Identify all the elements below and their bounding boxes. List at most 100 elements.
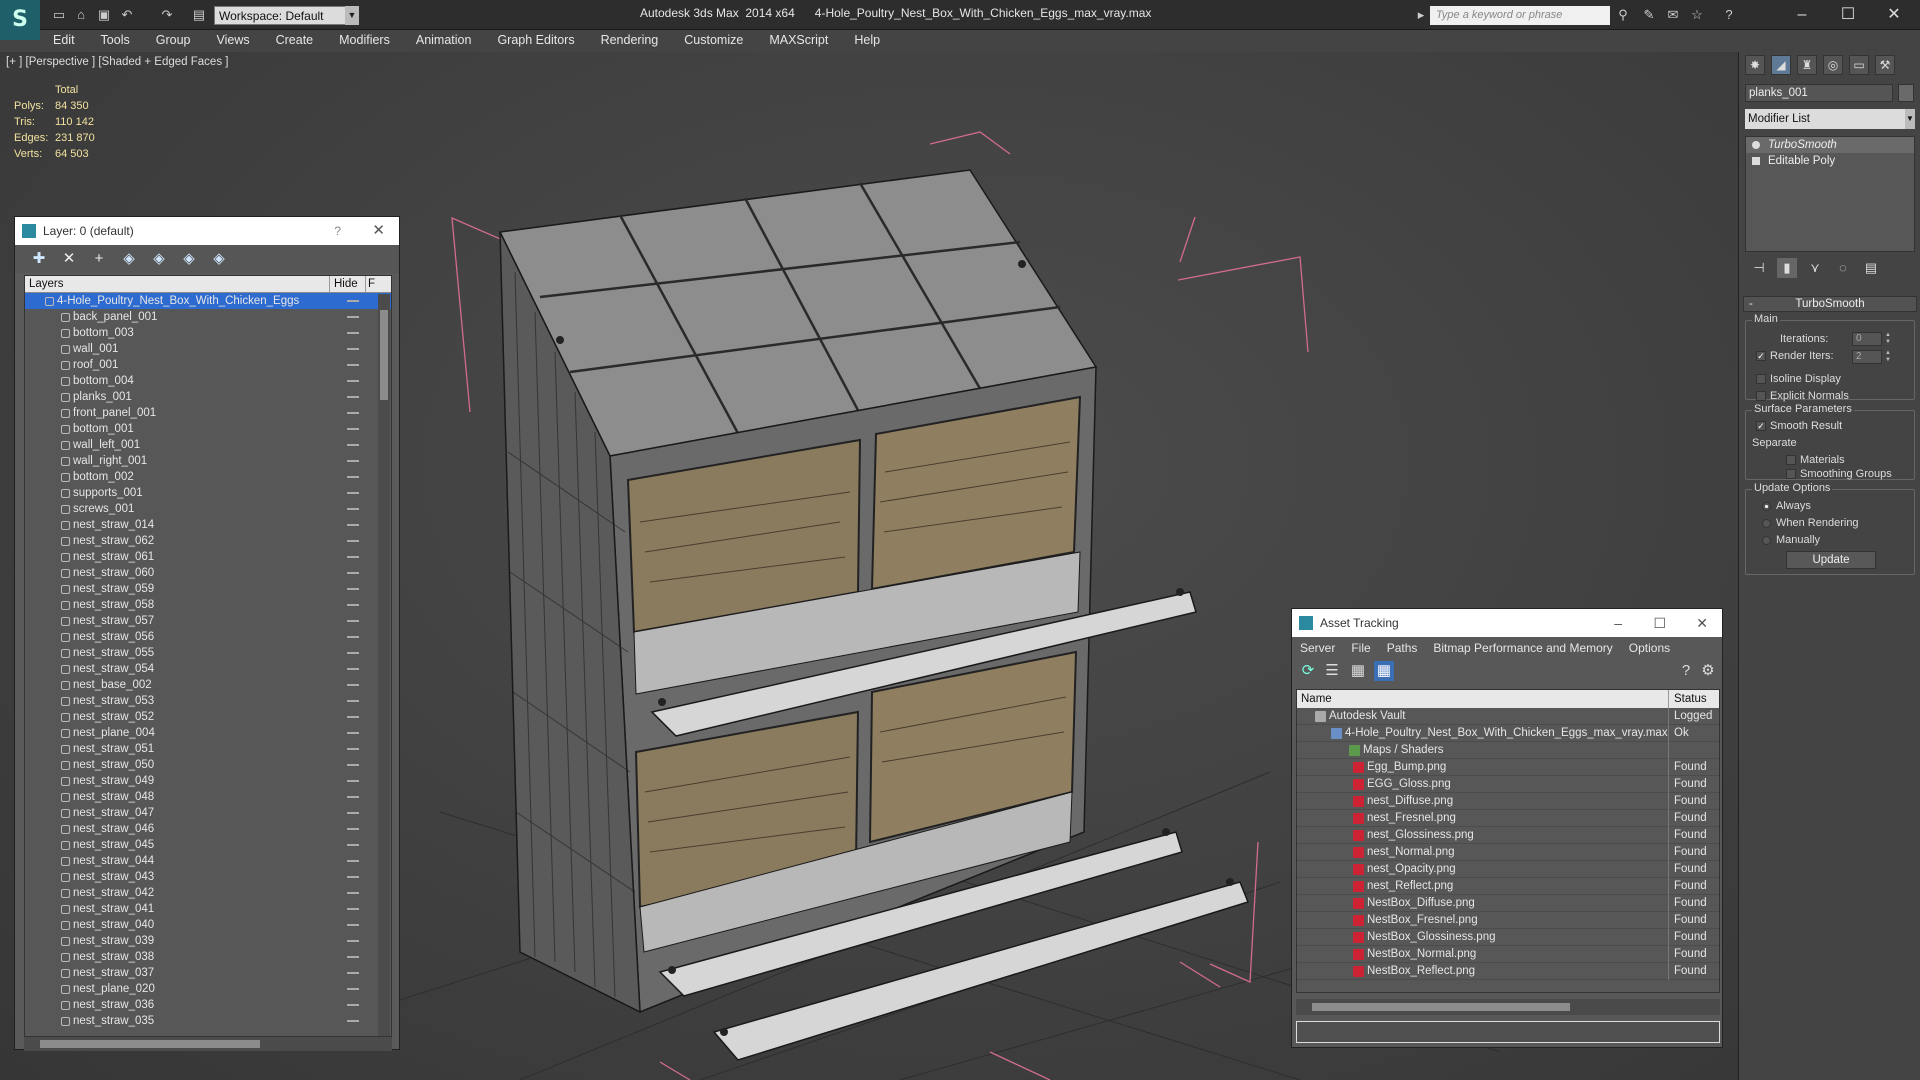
col-layers[interactable]: Layers xyxy=(29,276,64,293)
layer-row[interactable]: nest_straw_058 xyxy=(25,597,391,613)
search-input[interactable]: Type a keyword or phrase xyxy=(1430,6,1610,25)
hide-toggle[interactable] xyxy=(347,908,359,910)
layer-row[interactable]: nest_straw_056 xyxy=(25,629,391,645)
layer-row[interactable]: nest_plane_020 xyxy=(25,981,391,997)
remove-modifier-icon[interactable]: ◌ xyxy=(1833,258,1853,278)
update-button[interactable]: Update xyxy=(1786,551,1876,569)
hide-toggle[interactable] xyxy=(347,620,359,622)
smoothing-groups-checkbox[interactable] xyxy=(1786,469,1796,479)
layer-row[interactable]: nest_straw_050 xyxy=(25,757,391,773)
list-view-icon[interactable]: ☰ xyxy=(1322,661,1342,681)
menu-views[interactable]: Views xyxy=(203,30,262,50)
layer-row[interactable]: nest_straw_039 xyxy=(25,933,391,949)
layer-row[interactable]: nest_straw_043 xyxy=(25,869,391,885)
search-expand-icon[interactable]: ▸ xyxy=(1412,7,1430,23)
hide-toggle[interactable] xyxy=(347,732,359,734)
hierarchy-tab-icon[interactable]: ♜ xyxy=(1797,55,1817,75)
asset-row-maps-group[interactable]: Maps / Shaders xyxy=(1297,742,1719,759)
layer-row[interactable]: supports_001 xyxy=(25,485,391,501)
hide-toggle[interactable] xyxy=(347,540,359,542)
hide-toggle[interactable] xyxy=(347,412,359,414)
layer-list-vscroll[interactable] xyxy=(378,294,390,1036)
delete-layer-icon[interactable]: ✕ xyxy=(59,249,79,269)
create-tab-icon[interactable]: ✸ xyxy=(1745,55,1765,75)
select-objects-icon[interactable]: ◈ xyxy=(119,249,139,269)
layer-row[interactable]: nest_straw_049 xyxy=(25,773,391,789)
menu-group[interactable]: Group xyxy=(143,30,204,50)
hide-toggle[interactable] xyxy=(347,300,359,302)
menu-tools[interactable]: Tools xyxy=(88,30,143,50)
display-tab-icon[interactable]: ▭ xyxy=(1849,55,1869,75)
stack-item-turbosmooth[interactable]: TurboSmooth xyxy=(1746,137,1914,153)
hide-all-icon[interactable]: ◈ xyxy=(179,249,199,269)
asset-row-map[interactable]: nest_Normal.png Found xyxy=(1297,844,1719,861)
menu-rendering[interactable]: Rendering xyxy=(588,30,672,50)
asset-row-map[interactable]: NestBox_Normal.png Found xyxy=(1297,946,1719,963)
hide-toggle[interactable] xyxy=(347,364,359,366)
layer-row[interactable]: nest_straw_041 xyxy=(25,901,391,917)
open-file-icon[interactable]: ⌂ xyxy=(72,7,90,23)
layer-row[interactable]: nest_straw_037 xyxy=(25,965,391,981)
save-icon[interactable]: ▣ xyxy=(95,7,113,23)
refresh-icon[interactable]: ⟳ xyxy=(1298,661,1318,681)
configure-sets-icon[interactable]: ▤ xyxy=(1861,258,1881,278)
explicit-normals-checkbox[interactable] xyxy=(1756,391,1766,401)
layer-row[interactable]: wall_001 xyxy=(25,341,391,357)
make-unique-icon[interactable]: ⋎ xyxy=(1805,258,1825,278)
hide-toggle[interactable] xyxy=(347,860,359,862)
utilities-tab-icon[interactable]: ⚒ xyxy=(1875,55,1895,75)
hide-toggle[interactable] xyxy=(347,748,359,750)
asset-row-map[interactable]: Egg_Bump.png Found xyxy=(1297,759,1719,776)
iterations-spinner[interactable]: 0 xyxy=(1852,332,1882,346)
layer-list-hscroll[interactable] xyxy=(24,1037,392,1051)
undo-icon[interactable]: ↶ xyxy=(118,7,136,23)
binoculars-icon[interactable]: ⚲ xyxy=(1614,7,1632,23)
asset-row-map[interactable]: nest_Opacity.png Found xyxy=(1297,861,1719,878)
hide-toggle[interactable] xyxy=(347,796,359,798)
asset-row-map[interactable]: EGG_Gloss.png Found xyxy=(1297,776,1719,793)
hide-toggle[interactable] xyxy=(347,828,359,830)
layer-row-root[interactable]: 4-Hole_Poultry_Nest_Box_With_Chicken_Egg… xyxy=(25,293,391,309)
hide-toggle[interactable] xyxy=(347,604,359,606)
close-button[interactable]: ✕ xyxy=(1872,3,1916,27)
layer-row[interactable]: bottom_004 xyxy=(25,373,391,389)
layer-row[interactable]: nest_straw_045 xyxy=(25,837,391,853)
layer-row[interactable]: bottom_003 xyxy=(25,325,391,341)
layer-row[interactable]: nest_straw_060 xyxy=(25,565,391,581)
menu-server[interactable]: Server xyxy=(1300,637,1335,659)
close-icon[interactable]: ✕ xyxy=(1696,609,1708,637)
layer-row[interactable]: nest_straw_057 xyxy=(25,613,391,629)
subscription-icon[interactable]: ✎ xyxy=(1640,7,1658,23)
asset-row-max-file[interactable]: 4-Hole_Poultry_Nest_Box_With_Chicken_Egg… xyxy=(1297,725,1719,742)
hide-toggle[interactable] xyxy=(347,780,359,782)
hide-toggle[interactable] xyxy=(347,332,359,334)
stack-item-editable-poly[interactable]: Editable Poly xyxy=(1746,153,1914,169)
layer-row[interactable]: nest_straw_036 xyxy=(25,997,391,1013)
layer-row[interactable]: bottom_002 xyxy=(25,469,391,485)
layer-row[interactable]: screws_001 xyxy=(25,501,391,517)
layer-row[interactable]: nest_straw_040 xyxy=(25,917,391,933)
hide-toggle[interactable] xyxy=(347,636,359,638)
hide-toggle[interactable] xyxy=(347,668,359,670)
smooth-result-checkbox[interactable]: ✓ xyxy=(1756,421,1766,431)
help-icon[interactable]: ? xyxy=(1720,7,1738,23)
chevron-down-icon[interactable]: ▼ xyxy=(345,6,359,25)
minimize-icon[interactable]: – xyxy=(1614,609,1622,637)
layer-row[interactable]: roof_001 xyxy=(25,357,391,373)
help-icon[interactable]: ? xyxy=(334,217,341,245)
hide-toggle[interactable] xyxy=(347,460,359,462)
close-icon[interactable]: ✕ xyxy=(372,217,385,245)
hide-toggle[interactable] xyxy=(347,572,359,574)
settings-icon[interactable]: ⚙ xyxy=(1698,661,1718,681)
menu-paths[interactable]: Paths xyxy=(1387,637,1418,659)
hide-toggle[interactable] xyxy=(347,1020,359,1022)
new-file-icon[interactable]: ▭ xyxy=(50,7,68,23)
layer-row[interactable]: nest_straw_055 xyxy=(25,645,391,661)
radio-always[interactable] xyxy=(1762,502,1771,511)
hide-toggle[interactable] xyxy=(347,812,359,814)
layer-row[interactable]: wall_left_001 xyxy=(25,437,391,453)
asset-row-map[interactable]: NestBox_Glossiness.png Found xyxy=(1297,929,1719,946)
col-freeze[interactable]: F xyxy=(365,276,375,293)
asset-row-map[interactable]: nest_Reflect.png Found xyxy=(1297,878,1719,895)
hide-toggle[interactable] xyxy=(347,876,359,878)
